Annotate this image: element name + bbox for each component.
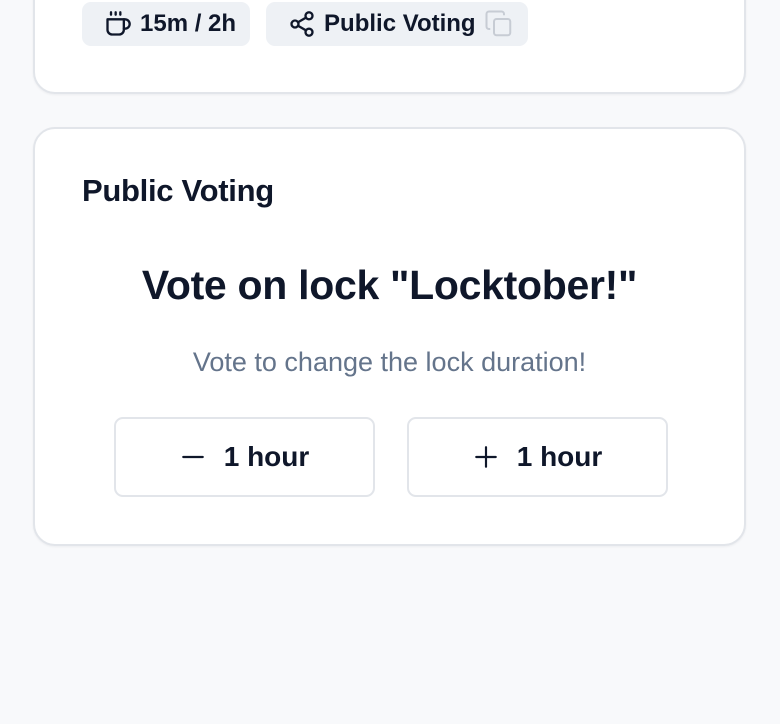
plus-icon (473, 444, 499, 470)
remove-time-label: 1 hour (223, 441, 310, 472)
add-time-button[interactable]: 1 hour (407, 417, 668, 497)
vote-heading: Vote on lock "Locktober!" (141, 262, 638, 308)
public-voting-link-label: Public Voting (324, 10, 476, 37)
add-time-label: 1 hour (516, 441, 603, 472)
card-title: Public Voting (82, 173, 274, 208)
coffee-cup-icon (104, 10, 132, 38)
lock-info-card: 15m / 2h Public Voting (33, 0, 746, 94)
minus-icon (180, 444, 206, 470)
copy-icon[interactable] (484, 9, 514, 39)
break-time-chip: 15m / 2h (82, 2, 251, 46)
share-icon (288, 10, 316, 38)
lock-chips: 15m / 2h Public Voting (82, 2, 528, 46)
vote-subtitle: Vote to change the lock duration! (192, 347, 587, 377)
public-voting-card: Public Voting Vote on lock "Locktober!" … (33, 127, 746, 546)
public-voting-link-chip[interactable]: Public Voting (266, 2, 528, 46)
remove-time-button[interactable]: 1 hour (114, 417, 375, 497)
break-time-label: 15m / 2h (140, 10, 237, 37)
